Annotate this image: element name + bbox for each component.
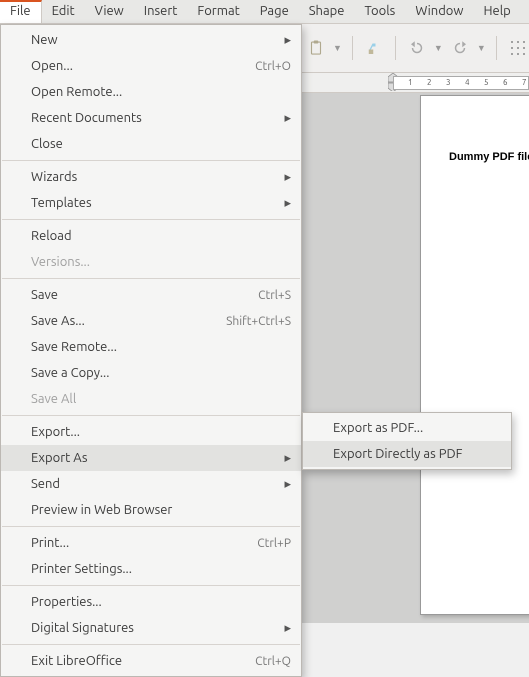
menu-export[interactable]: Export...	[1, 419, 301, 445]
submenu-arrow-icon: ▸	[284, 477, 291, 492]
submenu-export-as-pdf[interactable]: Export as PDF...	[303, 415, 511, 441]
menu-templates[interactable]: Templates ▸	[1, 190, 301, 216]
menu-label: Recent Documents	[31, 111, 276, 125]
menu-separator	[2, 585, 300, 586]
menu-separator	[2, 219, 300, 220]
menubar-insert[interactable]: Insert	[134, 0, 188, 23]
submenu-arrow-icon: ▸	[284, 451, 291, 466]
menu-save[interactable]: Save Ctrl+S	[1, 282, 301, 308]
menu-label: New	[31, 33, 276, 47]
menu-send[interactable]: Send ▸	[1, 471, 301, 497]
menu-label: Digital Signatures	[31, 621, 276, 635]
menu-label: Save As...	[31, 314, 226, 328]
menubar-file[interactable]: File	[0, 0, 42, 23]
redo-button[interactable]	[449, 37, 471, 59]
menubar: File Edit View Insert Format Page Shape …	[0, 0, 529, 24]
menu-accel: Shift+Ctrl+S	[226, 315, 291, 328]
menu-save-remote[interactable]: Save Remote...	[1, 334, 301, 360]
ruler-number: 2	[427, 78, 432, 87]
menubar-help[interactable]: Help	[473, 0, 520, 23]
menu-separator	[2, 415, 300, 416]
grid-button[interactable]	[507, 37, 529, 59]
menu-label: Save	[31, 288, 258, 302]
menu-close[interactable]: Close	[1, 131, 301, 157]
menubar-format[interactable]: Format	[187, 0, 249, 23]
file-menu: New ▸ Open... Ctrl+O Open Remote... Rece…	[0, 24, 302, 677]
clone-format-button[interactable]	[363, 37, 385, 59]
menu-label: Save a Copy...	[31, 366, 291, 380]
menu-save-all: Save All	[1, 386, 301, 412]
ruler-number: 5	[484, 78, 489, 87]
menu-export-as[interactable]: Export As ▸	[1, 445, 301, 471]
menu-preview-browser[interactable]: Preview in Web Browser	[1, 497, 301, 523]
menu-accel: Ctrl+O	[255, 60, 291, 73]
menu-wizards[interactable]: Wizards ▸	[1, 164, 301, 190]
menu-accel: Ctrl+P	[257, 537, 291, 550]
menubar-view[interactable]: View	[85, 0, 134, 23]
submenu-arrow-icon: ▸	[284, 170, 291, 185]
menu-digital-signatures[interactable]: Digital Signatures ▸	[1, 615, 301, 641]
menu-versions: Versions...	[1, 249, 301, 275]
menu-properties[interactable]: Properties...	[1, 589, 301, 615]
paste-button[interactable]	[305, 37, 327, 59]
ruler-number: 7	[522, 78, 527, 87]
page-text: Dummy PDF file	[449, 151, 529, 163]
menu-separator	[2, 644, 300, 645]
menu-label: Open Remote...	[31, 85, 291, 99]
menu-open[interactable]: Open... Ctrl+O	[1, 53, 301, 79]
menu-label: Save All	[31, 392, 291, 406]
chevron-down-icon[interactable]: ▼	[333, 43, 342, 53]
menu-label: Open...	[31, 59, 255, 73]
menu-label: Close	[31, 137, 291, 151]
menu-separator	[2, 526, 300, 527]
menu-save-a-copy[interactable]: Save a Copy...	[1, 360, 301, 386]
menu-label: Save Remote...	[31, 340, 291, 354]
menu-print[interactable]: Print... Ctrl+P	[1, 530, 301, 556]
menu-separator	[2, 160, 300, 161]
menu-printer-settings[interactable]: Printer Settings...	[1, 556, 301, 582]
chevron-down-icon[interactable]: ▼	[434, 43, 443, 53]
menubar-shape[interactable]: Shape	[299, 0, 355, 23]
menu-label: Preview in Web Browser	[31, 503, 291, 517]
chevron-down-icon[interactable]: ▼	[477, 43, 486, 53]
menu-label: Templates	[31, 196, 276, 210]
export-as-submenu: Export as PDF... Export Directly as PDF	[302, 412, 512, 470]
menu-label: Versions...	[31, 255, 291, 269]
menu-new[interactable]: New ▸	[1, 27, 301, 53]
menu-open-remote[interactable]: Open Remote...	[1, 79, 301, 105]
submenu-arrow-icon: ▸	[284, 196, 291, 211]
ruler-track[interactable]: 1 2 3 4 5 6 7	[393, 76, 529, 90]
menu-label: Printer Settings...	[31, 562, 291, 576]
menu-label: Export as PDF...	[333, 421, 501, 435]
menubar-tools[interactable]: Tools	[354, 0, 405, 23]
menu-separator	[2, 278, 300, 279]
menubar-window[interactable]: Window	[405, 0, 473, 23]
ruler-number: 3	[446, 78, 451, 87]
menubar-page[interactable]: Page	[250, 0, 299, 23]
menu-exit[interactable]: Exit LibreOffice Ctrl+Q	[1, 648, 301, 674]
menu-recent-documents[interactable]: Recent Documents ▸	[1, 105, 301, 131]
menu-accel: Ctrl+S	[258, 289, 291, 302]
menu-label: Print...	[31, 536, 257, 550]
ruler-number: 1	[408, 78, 413, 87]
ruler-number: 4	[465, 78, 470, 87]
menu-label: Export As	[31, 451, 276, 465]
undo-button[interactable]	[406, 37, 428, 59]
menubar-edit[interactable]: Edit	[42, 0, 85, 23]
ruler-number: 6	[503, 78, 508, 87]
menu-label: Wizards	[31, 170, 276, 184]
menu-save-as[interactable]: Save As... Shift+Ctrl+S	[1, 308, 301, 334]
menu-label: Export Directly as PDF	[333, 447, 501, 461]
menu-label: Send	[31, 477, 276, 491]
menu-label: Exit LibreOffice	[31, 654, 255, 668]
menu-label: Reload	[31, 229, 291, 243]
menu-label: Export...	[31, 425, 291, 439]
document-page[interactable]: Dummy PDF file	[420, 95, 529, 615]
menu-accel: Ctrl+Q	[255, 655, 291, 668]
submenu-export-directly-as-pdf[interactable]: Export Directly as PDF	[303, 441, 511, 467]
menu-label: Properties...	[31, 595, 291, 609]
submenu-arrow-icon: ▸	[284, 111, 291, 126]
menu-reload[interactable]: Reload	[1, 223, 301, 249]
submenu-arrow-icon: ▸	[284, 33, 291, 48]
